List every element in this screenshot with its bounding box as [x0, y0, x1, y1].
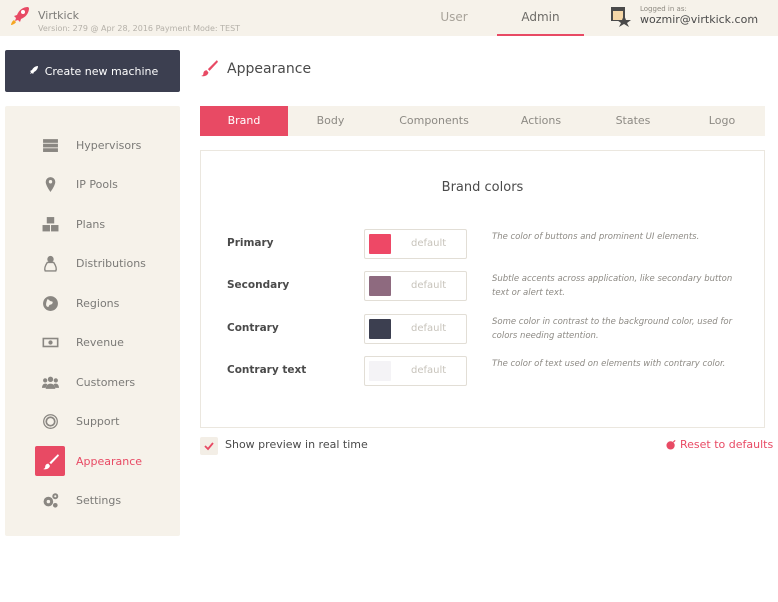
appearance-tabs: Brand Body Components Actions States Log…: [200, 106, 765, 136]
sidebar-item-label: IP Pools: [76, 177, 118, 191]
primary-description: The color of buttons and prominent UI el…: [492, 232, 700, 242]
color-swatch[interactable]: [369, 319, 391, 339]
rocket-logo-icon[interactable]: [8, 4, 32, 28]
sidebar-item-settings[interactable]: Settings: [35, 485, 170, 515]
checkmark-icon: [204, 442, 214, 451]
contrary-color-input[interactable]: default: [364, 314, 467, 344]
paint-brush-icon: [201, 60, 218, 77]
primary-label: Primary: [227, 237, 274, 249]
money-icon: [35, 327, 65, 357]
secondary-description: Subtle accents across application, like …: [492, 274, 733, 298]
sidebar-item-ip-pools[interactable]: IP Pools: [35, 169, 170, 199]
rocket-icon: [29, 66, 38, 74]
bomb-icon: [666, 439, 676, 450]
color-placeholder: default: [411, 323, 447, 334]
contrary-label: Contrary: [227, 322, 279, 334]
sidebar-item-plans[interactable]: Plans: [35, 209, 170, 239]
globe-icon: [35, 288, 65, 318]
tab-states[interactable]: States: [587, 106, 679, 136]
logged-in-label: Logged in as:: [640, 5, 687, 13]
contrary-description: Some color in contrast to the background…: [492, 317, 733, 341]
color-swatch[interactable]: [369, 361, 391, 381]
color-placeholder: default: [411, 365, 447, 376]
version-line: Version: 279 @ Apr 28, 2016 Payment Mode…: [38, 24, 241, 33]
brand-colors-panel: Brand colors Primary default The color o…: [200, 150, 765, 428]
color-placeholder: default: [411, 238, 447, 249]
sidebar-item-label: Revenue: [76, 335, 124, 349]
sidebar-item-support[interactable]: Support: [35, 406, 170, 436]
top-tab-user[interactable]: User: [412, 0, 496, 36]
sidebar-item-regions[interactable]: Regions: [35, 288, 170, 318]
sidebar-item-label: Appearance: [76, 454, 143, 468]
sidebar-item-appearance[interactable]: Appearance: [35, 446, 170, 476]
create-new-machine-label: Create new machine: [44, 64, 159, 78]
sidebar-item-revenue[interactable]: Revenue: [35, 327, 170, 357]
tab-logo[interactable]: Logo: [679, 106, 765, 136]
contrary-text-color-input[interactable]: default: [364, 356, 467, 386]
top-tab-admin[interactable]: Admin: [497, 0, 584, 36]
top-bar: Virtkick Version: 279 @ Apr 28, 2016 Pay…: [0, 0, 778, 36]
chevron-down-icon[interactable]: ⌵: [750, 12, 756, 22]
linux-icon: [35, 248, 65, 278]
panel-title: Brand colors: [441, 180, 524, 195]
reset-to-defaults-link[interactable]: Reset to defaults: [666, 438, 773, 451]
secondary-color-input[interactable]: default: [364, 271, 467, 301]
secondary-label: Secondary: [227, 279, 290, 291]
reset-label: Reset to defaults: [680, 438, 774, 451]
sidebar-item-label: Support: [76, 414, 120, 428]
paint-brush-icon: [35, 446, 65, 476]
sidebar-item-label: Regions: [76, 296, 120, 310]
color-swatch[interactable]: [369, 276, 391, 296]
sidebar-item-label: Hypervisors: [76, 138, 142, 152]
color-swatch[interactable]: [369, 234, 391, 254]
contrary-text-label: Contrary text: [227, 364, 307, 376]
sidebar-item-distributions[interactable]: Distributions: [35, 248, 170, 278]
color-placeholder: default: [411, 280, 447, 291]
preview-checkbox[interactable]: [200, 437, 218, 455]
contrary-text-description: The color of text used on elements with …: [492, 359, 726, 369]
sidebar-item-label: Settings: [76, 493, 122, 507]
create-new-machine-button[interactable]: Create new machine: [5, 50, 180, 92]
sidebar: Hypervisors IP Pools Plans Distributions…: [5, 106, 180, 536]
cubes-icon: [35, 209, 65, 239]
server-icon: [35, 130, 65, 160]
map-pin-icon: [35, 169, 65, 199]
logged-in-email[interactable]: wozmir@virtkick.com: [640, 13, 758, 26]
sidebar-item-customers[interactable]: Customers: [35, 367, 170, 397]
sidebar-item-label: Plans: [76, 217, 106, 231]
page-title: Appearance: [227, 61, 312, 77]
sidebar-item-hypervisors[interactable]: Hypervisors: [35, 130, 170, 160]
tab-body[interactable]: Body: [288, 106, 373, 136]
sidebar-item-label: Distributions: [76, 256, 146, 270]
life-ring-icon: [35, 406, 65, 436]
tab-brand[interactable]: Brand: [200, 106, 288, 136]
primary-color-input[interactable]: default: [364, 229, 467, 259]
app-name: Virtkick: [38, 9, 80, 22]
gears-icon: [35, 485, 65, 515]
preview-label[interactable]: Show preview in real time: [225, 438, 368, 451]
users-icon: [35, 367, 65, 397]
user-avatar-icon[interactable]: [609, 5, 631, 27]
tab-actions[interactable]: Actions: [495, 106, 587, 136]
tab-components[interactable]: Components: [373, 106, 495, 136]
sidebar-item-label: Customers: [76, 375, 136, 389]
